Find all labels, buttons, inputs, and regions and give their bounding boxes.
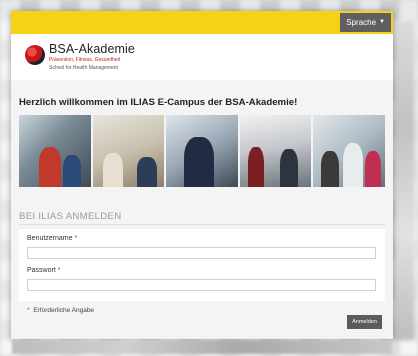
photo-figure	[39, 147, 61, 187]
photo-figure	[365, 151, 382, 187]
photo-figure	[102, 153, 123, 187]
photo-seminar	[92, 115, 165, 187]
photo-figure	[63, 155, 81, 187]
language-button[interactable]: Sprache ▼	[340, 13, 391, 32]
welcome-heading: Herzlich willkommen im ILIAS E-Campus de…	[19, 97, 298, 108]
background-edge-right	[395, 20, 415, 340]
photo-fitness-training	[19, 115, 91, 187]
required-note-text: Erforderliche Angabe	[33, 307, 95, 314]
password-input[interactable]	[27, 279, 376, 291]
background-edge-bottom	[12, 340, 392, 354]
globe-logo-icon	[25, 45, 45, 65]
username-label-text: Benutzername	[27, 235, 73, 242]
login-form: Benutzername * Passwort *	[19, 229, 385, 301]
photo-figure	[279, 149, 298, 187]
username-input[interactable]	[27, 247, 376, 259]
brand[interactable]: BSA-Akademie Prävention, Fitness, Gesund…	[49, 42, 135, 71]
login-section-title: BEI ILIAS ANMELDEN	[19, 211, 122, 222]
required-marker: *	[57, 267, 61, 274]
brand-tagline-secondary: School for Health Management	[49, 65, 118, 71]
login-button[interactable]: Anmelden	[347, 315, 382, 329]
brand-name: BSA-Akademie	[49, 42, 135, 56]
language-button-label: Sprache	[346, 18, 377, 27]
required-note: * Erforderliche Angabe	[27, 307, 94, 314]
brand-tagline: Prävention, Fitness, Gesundheit	[49, 57, 121, 63]
photo-figure	[184, 137, 215, 187]
required-marker: *	[74, 235, 78, 242]
password-label-text: Passwort	[27, 267, 56, 274]
hero-photo-strip	[19, 115, 385, 187]
photo-figure	[343, 143, 364, 187]
photo-figure	[136, 157, 157, 187]
required-marker: *	[27, 307, 30, 314]
photo-businessman-phone	[166, 115, 238, 187]
photo-presentation	[239, 115, 312, 187]
username-label: Benutzername *	[27, 235, 77, 242]
password-label: Passwort *	[27, 267, 60, 274]
logo-area: BSA-Akademie Prävention, Fitness, Gesund…	[11, 34, 393, 80]
section-divider	[19, 224, 385, 225]
login-page-window: Sprache ▼ BSA-Akademie Prävention, Fitne…	[11, 11, 393, 339]
caret-down-icon: ▼	[379, 19, 385, 25]
photo-figure	[321, 151, 340, 187]
top-bar: Sprache ▼	[11, 11, 393, 34]
photo-figure	[247, 147, 264, 187]
photo-group-fitness	[313, 115, 385, 187]
